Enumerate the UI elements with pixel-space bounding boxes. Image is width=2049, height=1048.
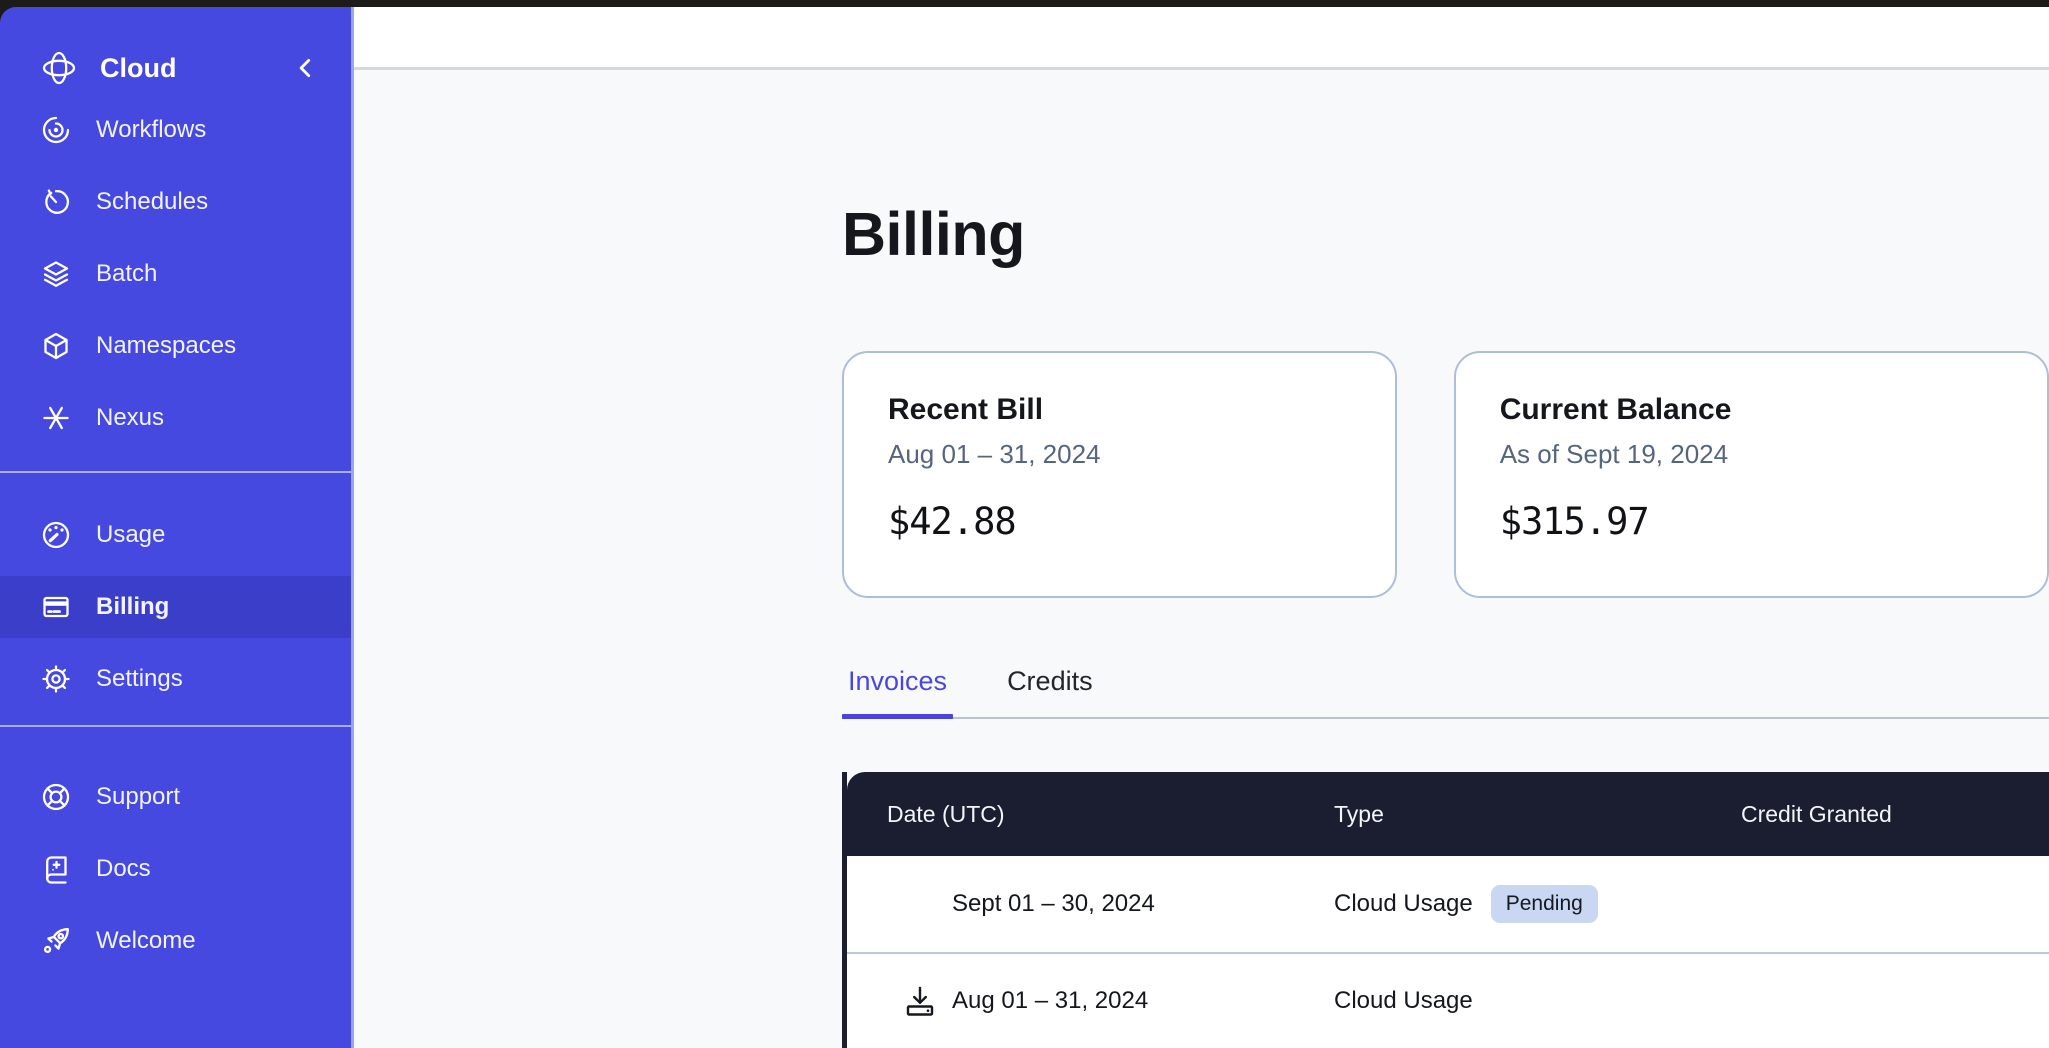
- sidebar-item-label: Billing: [96, 593, 169, 621]
- sidebar: Cloud Workflows Schedules: [0, 7, 354, 1048]
- sidebar-item-label: Usage: [96, 521, 165, 549]
- sidebar-item-support[interactable]: Support: [0, 766, 351, 828]
- table-header: Date (UTC) Type Credit Granted: [847, 772, 2049, 856]
- sidebar-collapse-chevron-left-icon[interactable]: [293, 55, 319, 81]
- sidebar-item-label: Workflows: [96, 116, 206, 144]
- sidebar-item-label: Settings: [96, 665, 183, 693]
- column-header-type: Type: [1334, 801, 1741, 828]
- sidebar-item-label: Namespaces: [96, 332, 236, 360]
- type-cell: Cloud Usage: [1334, 987, 1741, 1015]
- billing-icon: [40, 591, 72, 623]
- current-balance-card: Current Balance As of Sept 19, 2024 $315…: [1454, 351, 2049, 598]
- sidebar-item-docs[interactable]: Docs: [0, 838, 351, 900]
- sidebar-item-namespaces[interactable]: Namespaces: [0, 315, 351, 377]
- table-row: Sept 01 – 30, 2024 Cloud Usage Pending: [847, 856, 2049, 952]
- sidebar-item-usage[interactable]: Usage: [0, 504, 351, 566]
- brand-label: Cloud: [100, 53, 176, 84]
- nexus-icon: [40, 402, 72, 434]
- batch-icon: [40, 258, 72, 290]
- namespaces-icon: [40, 330, 72, 362]
- billing-tabs: Invoices Credits: [842, 666, 2049, 719]
- recent-bill-card: Recent Bill Aug 01 – 31, 2024 $42.88: [842, 351, 1397, 598]
- sidebar-item-schedules[interactable]: Schedules: [0, 171, 351, 233]
- temporal-cloud-logo-icon: [40, 49, 78, 87]
- card-period: As of Sept 19, 2024: [1500, 439, 2003, 470]
- date-cell: Sept 01 – 30, 2024: [847, 886, 1334, 922]
- invoice-date: Sept 01 – 30, 2024: [952, 890, 1155, 918]
- usage-icon: [40, 519, 72, 551]
- sidebar-nav-footer: Support Docs Welcome: [0, 766, 351, 972]
- sidebar-divider: [0, 725, 351, 727]
- docs-icon: [40, 853, 72, 885]
- sidebar-divider: [0, 471, 351, 473]
- workflows-icon: [40, 114, 72, 146]
- sidebar-item-label: Support: [96, 783, 180, 811]
- invoice-type: Cloud Usage: [1334, 890, 1473, 918]
- type-cell: Cloud Usage Pending: [1334, 885, 1741, 923]
- sidebar-brand: Cloud: [0, 37, 351, 99]
- sidebar-item-billing[interactable]: Billing: [0, 576, 351, 638]
- sidebar-item-workflows[interactable]: Workflows: [0, 99, 351, 161]
- summary-cards: Recent Bill Aug 01 – 31, 2024 $42.88 Cur…: [842, 351, 2049, 598]
- invoices-table: Date (UTC) Type Credit Granted Sept 01 –…: [842, 772, 2049, 1048]
- sidebar-item-label: Schedules: [96, 188, 208, 216]
- table-row: Aug 01 – 31, 2024 Cloud Usage: [847, 952, 2049, 1048]
- welcome-rocket-icon: [40, 925, 72, 957]
- invoice-date: Aug 01 – 31, 2024: [952, 987, 1148, 1015]
- support-icon: [40, 781, 72, 813]
- card-title: Recent Bill: [888, 393, 1351, 427]
- sidebar-item-nexus[interactable]: Nexus: [0, 387, 351, 449]
- sidebar-nav-primary: Workflows Schedules Batch: [0, 99, 351, 449]
- date-cell: Aug 01 – 31, 2024: [847, 983, 1334, 1019]
- top-bar: [354, 7, 2049, 70]
- main-area: Billing Recent Bill Aug 01 – 31, 2024 $4…: [354, 7, 2049, 1048]
- settings-icon: [40, 663, 72, 695]
- app-window: Cloud Workflows Schedules: [0, 7, 2049, 1048]
- card-amount: $42.88: [888, 500, 1351, 543]
- card-title: Current Balance: [1500, 393, 2003, 427]
- download-icon-slot[interactable]: [902, 983, 938, 1019]
- sidebar-item-batch[interactable]: Batch: [0, 243, 351, 305]
- card-period: Aug 01 – 31, 2024: [888, 439, 1351, 470]
- sidebar-item-label: Batch: [96, 260, 157, 288]
- column-header-date: Date (UTC): [847, 801, 1334, 828]
- schedules-icon: [40, 186, 72, 218]
- sidebar-nav-account: Usage Billing Setting: [0, 504, 351, 710]
- download-icon-slot-empty: [902, 886, 938, 922]
- status-badge-pending: Pending: [1491, 885, 1598, 923]
- tab-credits[interactable]: Credits: [1001, 666, 1099, 717]
- billing-page: Billing Recent Bill Aug 01 – 31, 2024 $4…: [354, 70, 2049, 1048]
- sidebar-item-label: Nexus: [96, 404, 164, 432]
- sidebar-item-label: Docs: [96, 855, 151, 883]
- sidebar-item-welcome[interactable]: Welcome: [0, 910, 351, 972]
- card-amount: $315.97: [1500, 500, 2003, 543]
- sidebar-item-label: Welcome: [96, 927, 196, 955]
- column-header-credit-granted: Credit Granted: [1741, 801, 2049, 828]
- tab-invoices[interactable]: Invoices: [842, 666, 953, 717]
- sidebar-item-settings[interactable]: Settings: [0, 648, 351, 710]
- invoice-type: Cloud Usage: [1334, 987, 1473, 1015]
- page-title: Billing: [842, 70, 2049, 264]
- download-invoice-icon[interactable]: [902, 983, 938, 1019]
